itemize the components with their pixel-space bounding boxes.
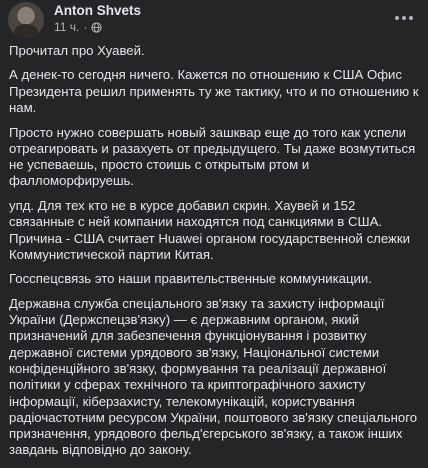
more-options-icon[interactable] [392, 8, 416, 28]
post-meta: 11 ч. · [54, 20, 103, 34]
meta-separator: · [83, 20, 88, 34]
more-dot [402, 16, 406, 20]
more-dot [395, 16, 399, 20]
post-paragraph: Прочитал про Хуавей. [9, 43, 145, 58]
post-time[interactable]: 11 ч. [54, 20, 79, 34]
post-paragraph: А денек-то сегодня ничего. Кажется по от… [9, 67, 419, 116]
post-paragraph: упд. Для тех кто не в курсе добавил скри… [9, 197, 410, 262]
post-paragraph: Госспецсвязь это наши правительственные … [9, 271, 372, 287]
more-dot [409, 16, 413, 20]
post-paragraph: Просто нужно совершать новый зашквар еще… [9, 124, 416, 189]
facebook-post: Anton Shvets 11 ч. · Прочитал про Хуавей… [0, 0, 428, 468]
author-avatar[interactable] [8, 2, 44, 38]
author-name[interactable]: Anton Shvets [54, 3, 141, 18]
post-paragraph: Державна служба спеціального зв'язку та … [9, 295, 418, 458]
post-header: Anton Shvets 11 ч. · [0, 0, 428, 44]
post-body: Прочитал про Хуавей. А денек-то сегодня … [9, 43, 423, 467]
globe-icon[interactable] [91, 21, 103, 33]
